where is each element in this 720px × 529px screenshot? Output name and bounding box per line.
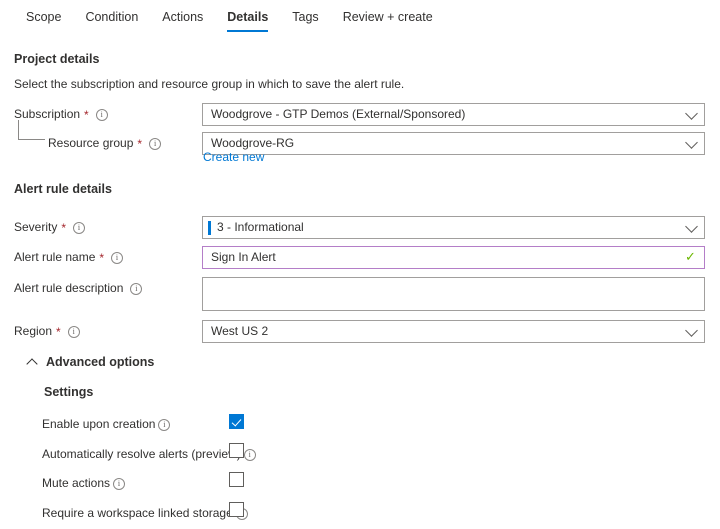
auto-resolve-alerts-label: Automatically resolve alerts (preview) (42, 444, 256, 464)
severity-value: 3 - Informational (217, 220, 304, 234)
auto-resolve-alerts-checkbox[interactable] (229, 443, 244, 458)
resource-group-label: Resource group * (48, 132, 161, 154)
subscription-row: Subscription * Woodgrove - GTP Demos (Ex… (0, 103, 720, 125)
enable-upon-creation-label: Enable upon creation (42, 414, 170, 434)
subscription-value: Woodgrove - GTP Demos (External/Sponsore… (211, 107, 465, 121)
check-icon: ✓ (685, 251, 697, 263)
resource-group-required-marker: * (137, 138, 142, 150)
info-icon[interactable] (96, 109, 108, 121)
region-label-text: Region (14, 320, 52, 342)
alert-rule-description-textarea[interactable] (202, 277, 705, 311)
alert-rule-description-row: Alert rule description (0, 277, 720, 313)
workspace-linked-storage-label: Require a workspace linked storage (42, 503, 248, 523)
tab-condition[interactable]: Condition (73, 9, 150, 33)
alert-rule-name-value: Sign In Alert (211, 250, 276, 264)
auto-resolve-alerts-label-text: Automatically resolve alerts (preview) (42, 444, 241, 464)
enable-upon-creation-checkbox[interactable] (229, 414, 244, 429)
severity-dropdown[interactable]: 3 - Informational (202, 216, 705, 239)
info-icon[interactable] (158, 419, 170, 431)
region-value: West US 2 (211, 324, 268, 338)
resource-group-dropdown[interactable]: Woodgrove-RG (202, 132, 705, 155)
details-form-page: Scope Condition Actions Details Tags Rev… (0, 0, 720, 529)
alert-rule-details-heading: Alert rule details (0, 182, 112, 196)
mute-actions-label: Mute actions (42, 473, 125, 493)
resource-group-value: Woodgrove-RG (211, 136, 294, 150)
severity-label: Severity * (14, 216, 85, 238)
mute-actions-label-text: Mute actions (42, 473, 110, 493)
chevron-down-icon (685, 220, 698, 233)
info-icon[interactable] (111, 252, 123, 264)
mute-actions-checkbox[interactable] (229, 472, 244, 487)
alert-rule-name-label-text: Alert rule name (14, 246, 95, 268)
tab-details[interactable]: Details (215, 9, 280, 33)
chevron-down-icon (685, 107, 698, 120)
enable-upon-creation-label-text: Enable upon creation (42, 414, 155, 434)
region-label: Region * (14, 320, 80, 342)
info-icon[interactable] (130, 283, 142, 295)
info-icon[interactable] (73, 222, 85, 234)
project-details-heading: Project details (0, 52, 99, 66)
severity-required-marker: * (61, 222, 66, 234)
chevron-down-icon (685, 136, 698, 149)
chevron-up-icon (26, 358, 37, 369)
subscription-required-marker: * (84, 109, 89, 121)
resource-group-row: Resource group * Woodgrove-RG (0, 132, 720, 154)
tab-actions[interactable]: Actions (150, 9, 215, 33)
resource-group-label-text: Resource group (48, 132, 133, 154)
info-icon[interactable] (113, 478, 125, 490)
severity-label-text: Severity (14, 216, 57, 238)
alert-rule-description-label-text: Alert rule description (14, 277, 123, 299)
severity-row: Severity * 3 - Informational (0, 216, 720, 238)
project-details-description: Select the subscription and resource gro… (0, 77, 404, 91)
workspace-linked-storage-label-text: Require a workspace linked storage (42, 503, 233, 523)
region-required-marker: * (56, 326, 61, 338)
info-icon[interactable] (149, 138, 161, 150)
advanced-options-label: Advanced options (46, 355, 154, 369)
tab-scope[interactable]: Scope (14, 9, 73, 33)
alert-rule-name-label: Alert rule name * (14, 246, 123, 268)
alert-rule-name-required-marker: * (99, 252, 104, 264)
create-new-resource-group-link[interactable]: Create new (203, 150, 264, 164)
info-icon[interactable] (68, 326, 80, 338)
alert-rule-name-input[interactable]: Sign In Alert ✓ (202, 246, 705, 269)
region-row: Region * West US 2 (0, 320, 720, 342)
settings-heading: Settings (44, 385, 93, 399)
region-dropdown[interactable]: West US 2 (202, 320, 705, 343)
wizard-tab-strip: Scope Condition Actions Details Tags Rev… (0, 0, 720, 36)
tab-review-create[interactable]: Review + create (331, 9, 445, 33)
advanced-options-toggle[interactable]: Advanced options (28, 355, 154, 369)
subscription-dropdown[interactable]: Woodgrove - GTP Demos (External/Sponsore… (202, 103, 705, 126)
alert-rule-description-label: Alert rule description (14, 277, 142, 299)
workspace-linked-storage-checkbox[interactable] (229, 502, 244, 517)
alert-rule-name-row: Alert rule name * Sign In Alert ✓ (0, 246, 720, 268)
tab-tags[interactable]: Tags (280, 9, 330, 33)
info-icon[interactable] (244, 449, 256, 461)
severity-indicator-bar (208, 221, 211, 235)
chevron-down-icon (685, 324, 698, 337)
